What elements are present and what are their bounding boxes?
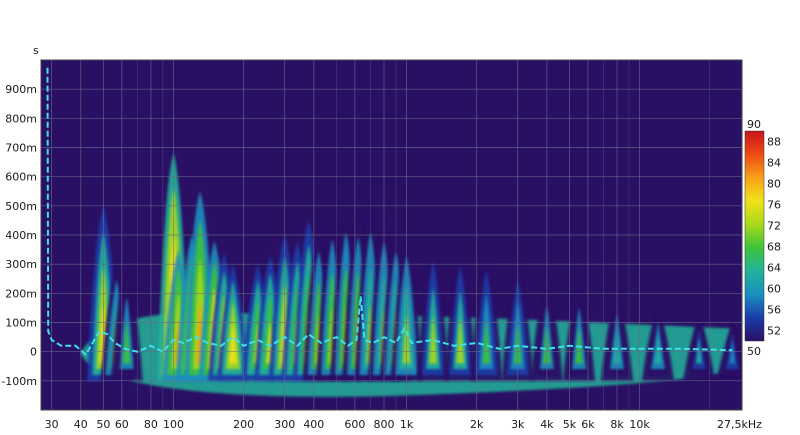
x-axis-end-label: 27,5kHz: [717, 418, 762, 431]
colorbar-tick-label: 84: [767, 157, 781, 170]
x-tick-label: 3k: [511, 418, 525, 431]
colorbar-ticks: 88 84 80 76 72 68 64 60 56 52: [767, 136, 781, 338]
x-tick-label: 8k: [610, 418, 624, 431]
colorbar-tick-label: 56: [767, 304, 781, 317]
y-tick-label: 300m: [5, 258, 37, 271]
y-tick-label: 500m: [5, 200, 37, 213]
y-tick-label: 600m: [5, 171, 37, 184]
colorbar-tick-label: 72: [767, 220, 781, 233]
x-tick-label: 30: [45, 418, 59, 431]
y-tick-label: 200m: [5, 287, 37, 300]
y-tick-label: -100m: [1, 375, 37, 388]
x-tick-label: 10k: [629, 418, 650, 431]
x-axis-ticks: 30 40 50 60 80 100 200 300 400 600 800 1k 2k 3k 4k 5k 6k…: [45, 418, 651, 431]
x-tick-label: 60: [115, 418, 129, 431]
x-tick-label: 80: [144, 418, 158, 431]
x-tick-label: 800: [373, 418, 394, 431]
x-tick-label: 40: [74, 418, 88, 431]
y-tick-label: 0: [30, 346, 37, 359]
y-axis-unit: s: [33, 44, 39, 57]
x-tick-label: 200: [233, 418, 254, 431]
y-axis-ticks: 900m 800m 700m 600m 500m 400m 300m 200m 100m 0 -10…: [1, 83, 37, 388]
x-tick-label: 4k: [540, 418, 554, 431]
y-tick-label: 700m: [5, 142, 37, 155]
x-tick-label: 6k: [581, 418, 595, 431]
x-tick-label: 2k: [470, 418, 484, 431]
x-tick-label: 400: [303, 418, 324, 431]
colorbar-max-label: 90: [747, 118, 761, 131]
colorbar-tick-label: 80: [767, 178, 781, 191]
x-tick-label: 5k: [563, 418, 577, 431]
colorbar-gradient: [744, 130, 765, 342]
colorbar-tick-label: 76: [767, 199, 781, 212]
colorbar-tick-label: 60: [767, 283, 781, 296]
colorbar-tick-label: 64: [767, 262, 781, 275]
y-tick-label: 100m: [5, 317, 37, 330]
y-tick-label: 400m: [5, 229, 37, 242]
colorbar: 90 88 84 80 76 72 68 64 60 56 52 50: [744, 118, 781, 358]
y-tick-label: 800m: [5, 112, 37, 125]
colorbar-tick-label: 52: [767, 325, 781, 338]
x-tick-label: 100: [163, 418, 184, 431]
spectrogram-chart: s 30 40 50 60 80 100 200 300 400 600 800 1k 2k 3k 4k 5k…: [1, 44, 781, 431]
x-tick-label: 50: [96, 418, 110, 431]
x-tick-label: 300: [274, 418, 295, 431]
colorbar-tick-label: 88: [767, 136, 781, 149]
colorbar-tick-label: 68: [767, 241, 781, 254]
colorbar-min-label: 50: [747, 345, 761, 358]
y-tick-label: 900m: [5, 83, 37, 96]
x-tick-label: 1k: [400, 418, 414, 431]
x-tick-label: 600: [344, 418, 365, 431]
